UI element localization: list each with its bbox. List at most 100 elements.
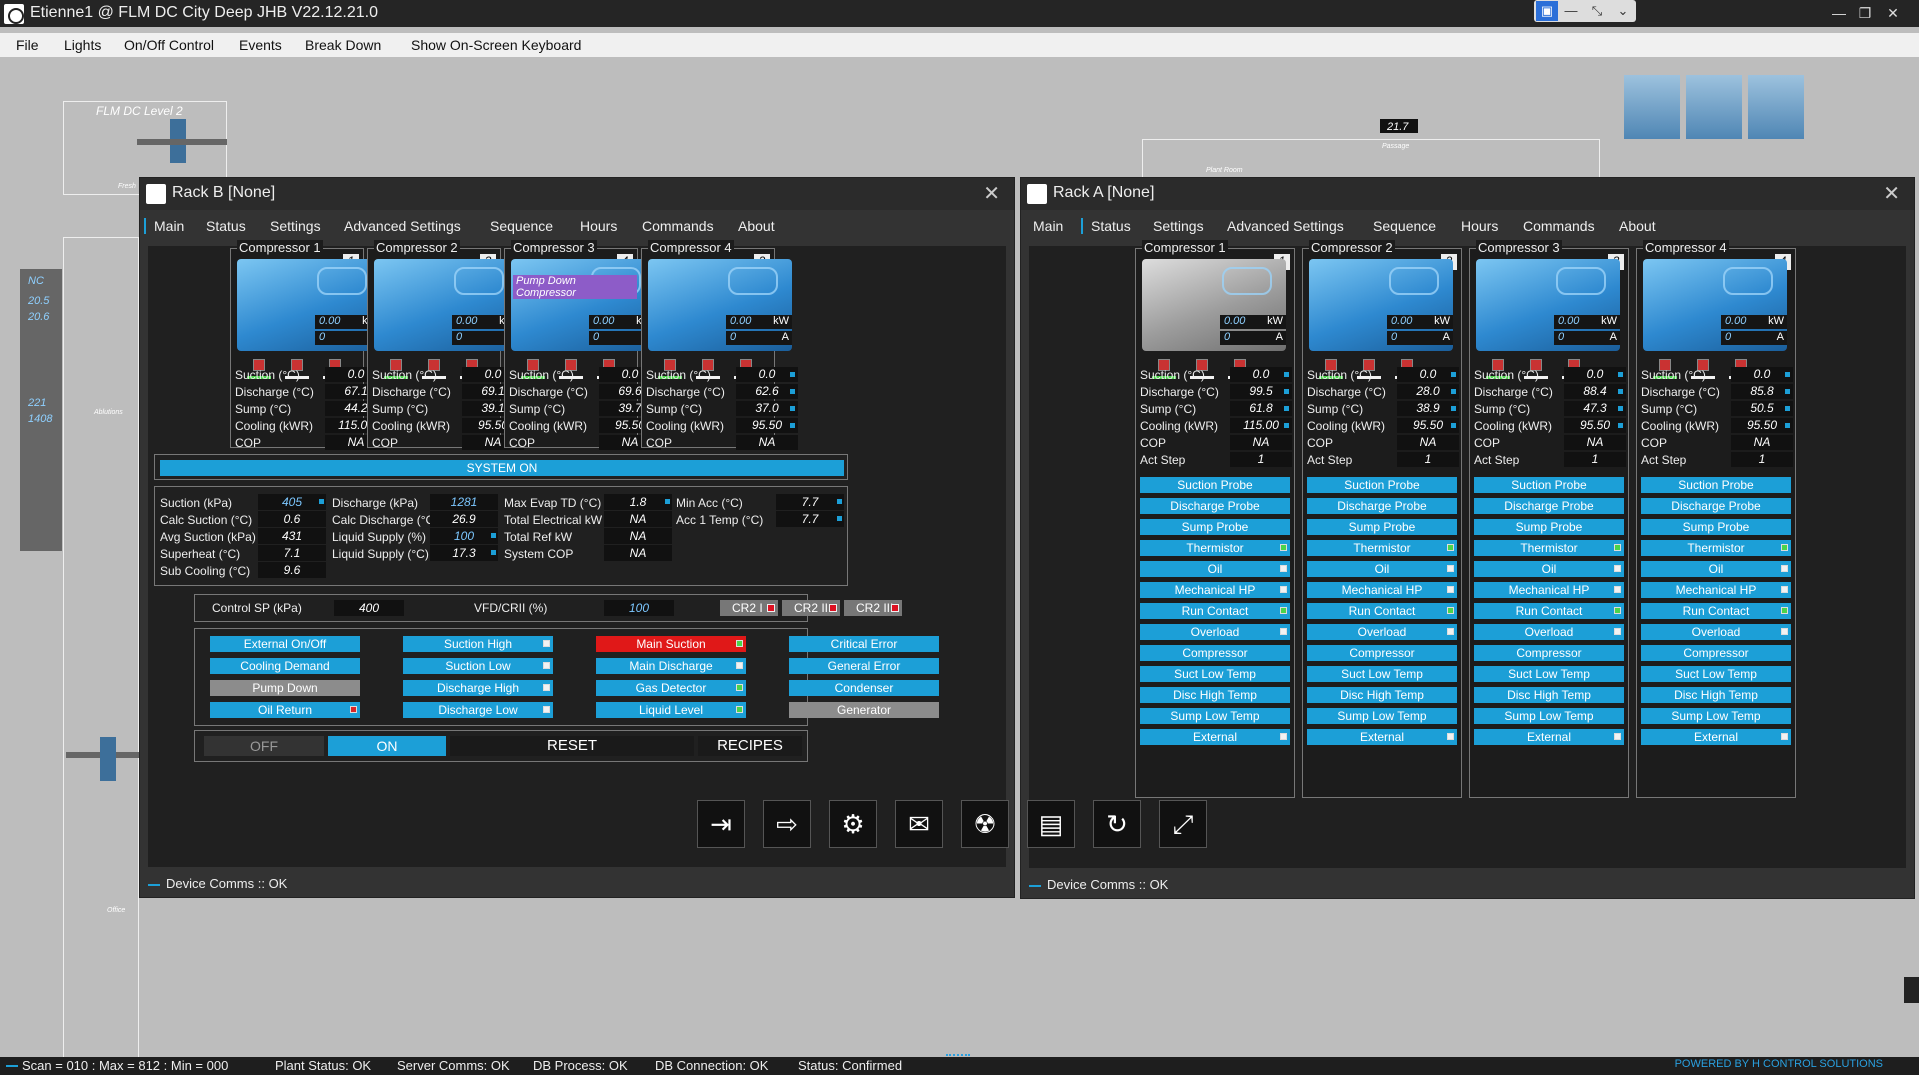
status-button[interactable]: Oil	[1474, 561, 1624, 577]
tab-commands[interactable]: Commands	[1523, 218, 1595, 234]
tab-sequence[interactable]: Sequence	[490, 218, 553, 234]
save-icon[interactable]: ▤	[1027, 800, 1075, 848]
status-button[interactable]: Overload	[1474, 624, 1624, 640]
status-button[interactable]: External	[1140, 729, 1290, 745]
alarm-button[interactable]: Main Discharge	[596, 658, 746, 674]
tab-hours[interactable]: Hours	[1461, 218, 1498, 234]
status-button[interactable]: Sump Low Temp	[1140, 708, 1290, 724]
status-button[interactable]: Disc High Temp	[1474, 687, 1624, 703]
cr-button[interactable]: CR2 II	[782, 600, 840, 616]
tab-main[interactable]: Main	[1033, 218, 1063, 234]
status-button[interactable]: Disc High Temp	[1140, 687, 1290, 703]
on-button[interactable]: ON	[328, 736, 446, 756]
menu-file[interactable]: File	[16, 37, 39, 53]
menu-onscreen-keyboard[interactable]: Show On-Screen Keyboard	[411, 37, 581, 53]
cr-button[interactable]: CR2 III	[844, 600, 902, 616]
status-button[interactable]: Mechanical HP	[1140, 582, 1290, 598]
recipes-button[interactable]: RECIPES	[698, 736, 802, 756]
status-button[interactable]: Mechanical HP	[1641, 582, 1791, 598]
alarm-button[interactable]: Liquid Level	[596, 702, 746, 718]
status-button[interactable]: External	[1474, 729, 1624, 745]
status-button[interactable]: Thermistor	[1474, 540, 1624, 556]
alarm-button[interactable]: Critical Error	[789, 636, 939, 652]
logout-icon[interactable]: ⇨	[763, 800, 811, 848]
status-button[interactable]: Sump Low Temp	[1307, 708, 1457, 724]
status-button[interactable]: Sump Probe	[1641, 519, 1791, 535]
tab-hours[interactable]: Hours	[580, 218, 617, 234]
status-button[interactable]: Disc High Temp	[1307, 687, 1457, 703]
status-button[interactable]: Discharge Probe	[1641, 498, 1791, 514]
refresh-icon[interactable]: ↻	[1093, 800, 1141, 848]
status-button[interactable]: Suction Probe	[1641, 477, 1791, 493]
title-tool-group[interactable]: ▣ — ⤡ ⌄	[1534, 0, 1636, 22]
tab-main[interactable]: Main	[144, 218, 184, 234]
alarm-button[interactable]: Cooling Demand	[210, 658, 360, 674]
tab-commands[interactable]: Commands	[642, 218, 714, 234]
screen-icon[interactable]: ▣	[1536, 1, 1558, 21]
status-button[interactable]: Run Contact	[1307, 603, 1457, 619]
status-button[interactable]: Compressor	[1307, 645, 1457, 661]
reset-button[interactable]: RESET	[450, 736, 694, 756]
status-button[interactable]: Run Contact	[1474, 603, 1624, 619]
status-button[interactable]: Suction Probe	[1140, 477, 1290, 493]
status-button[interactable]: Suction Probe	[1307, 477, 1457, 493]
status-button[interactable]: Sump Probe	[1307, 519, 1457, 535]
login-icon[interactable]: ⇥	[697, 800, 745, 848]
alarm-button[interactable]: Discharge High	[403, 680, 553, 696]
alarm-button[interactable]: General Error	[789, 658, 939, 674]
alarm-button[interactable]: Condenser	[789, 680, 939, 696]
status-button[interactable]: Compressor	[1641, 645, 1791, 661]
status-button[interactable]: Oil	[1140, 561, 1290, 577]
alarm-button[interactable]: External On/Off	[210, 636, 360, 652]
alarm-button[interactable]: Main Suction	[596, 636, 746, 652]
status-button[interactable]: Overload	[1307, 624, 1457, 640]
status-button[interactable]: Overload	[1641, 624, 1791, 640]
chevron-down-icon[interactable]: ⌄	[1612, 1, 1634, 21]
status-button[interactable]: Sump Probe	[1474, 519, 1624, 535]
close-icon[interactable]: ✕	[1882, 2, 1904, 24]
status-button[interactable]: Thermistor	[1140, 540, 1290, 556]
status-button[interactable]: Discharge Probe	[1307, 498, 1457, 514]
control-sp-input[interactable]: 400	[334, 600, 404, 616]
status-button[interactable]: Suction Probe	[1474, 477, 1624, 493]
cr-button[interactable]: CR2 I	[720, 600, 778, 616]
status-button[interactable]: Disc High Temp	[1641, 687, 1791, 703]
status-button[interactable]: Run Contact	[1641, 603, 1791, 619]
alarm-button[interactable]: Gas Detector	[596, 680, 746, 696]
shrink-icon[interactable]: ⤡	[1586, 1, 1608, 21]
tab-about[interactable]: About	[738, 218, 775, 234]
off-button[interactable]: OFF	[204, 736, 324, 756]
status-button[interactable]: Sump Low Temp	[1641, 708, 1791, 724]
menu-onoff-control[interactable]: On/Off Control	[124, 37, 214, 53]
status-button[interactable]: Compressor	[1140, 645, 1290, 661]
fullscreen-icon[interactable]: ⤢	[1159, 800, 1207, 848]
tab-status[interactable]: Status	[206, 218, 246, 234]
mail-icon[interactable]: ✉	[895, 800, 943, 848]
status-button[interactable]: Mechanical HP	[1474, 582, 1624, 598]
tab-about[interactable]: About	[1619, 218, 1656, 234]
value-field[interactable]: 405	[258, 494, 326, 510]
status-button[interactable]: Suct Low Temp	[1641, 666, 1791, 682]
status-button[interactable]: Sump Probe	[1140, 519, 1290, 535]
status-button[interactable]: Compressor	[1474, 645, 1624, 661]
status-button[interactable]: External	[1641, 729, 1791, 745]
status-button[interactable]: Sump Low Temp	[1474, 708, 1624, 724]
status-button[interactable]: Discharge Probe	[1140, 498, 1290, 514]
tab-status[interactable]: Status	[1081, 218, 1131, 234]
alarm-icon[interactable]: ☢	[961, 800, 1009, 848]
status-button[interactable]: Discharge Probe	[1474, 498, 1624, 514]
alarm-button[interactable]: Generator	[789, 702, 939, 718]
status-button[interactable]: External	[1307, 729, 1457, 745]
dash-icon[interactable]: —	[1560, 1, 1582, 21]
status-button[interactable]: Thermistor	[1307, 540, 1457, 556]
status-button[interactable]: Suct Low Temp	[1140, 666, 1290, 682]
alarm-button[interactable]: Suction High	[403, 636, 553, 652]
tab-advanced-settings[interactable]: Advanced Settings	[1227, 218, 1344, 234]
maximize-icon[interactable]: ❐	[1854, 2, 1876, 24]
status-button[interactable]: Thermistor	[1641, 540, 1791, 556]
minimize-icon[interactable]: —	[1828, 2, 1850, 24]
status-button[interactable]: Mechanical HP	[1307, 582, 1457, 598]
alarm-button[interactable]: Oil Return	[210, 702, 360, 718]
close-icon[interactable]: ✕	[1883, 181, 1900, 206]
status-button[interactable]: Oil	[1307, 561, 1457, 577]
